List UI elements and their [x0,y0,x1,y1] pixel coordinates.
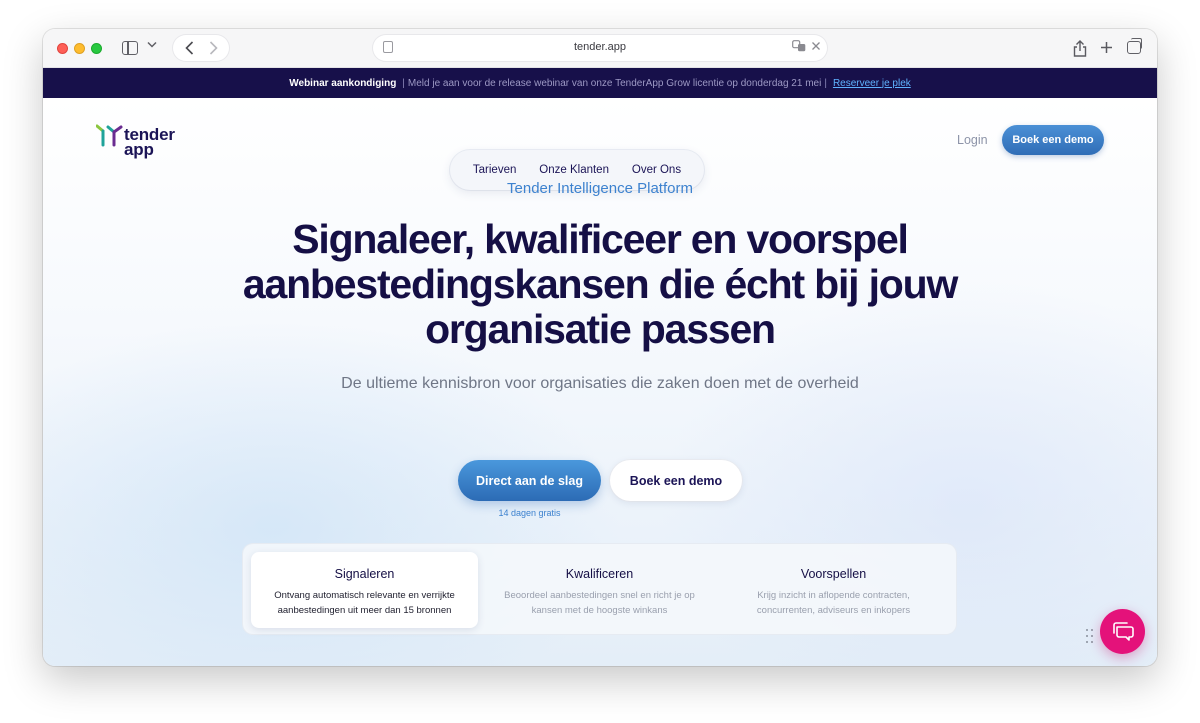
chat-icon [1112,621,1134,641]
chevron-down-icon[interactable] [147,41,157,48]
get-started-button[interactable]: Direct aan de slag [458,460,601,501]
book-demo-button[interactable]: Boek een demo [610,460,742,501]
page-content: tender app Tarieven Onze Klanten Over On… [43,98,1157,666]
browser-window: tender.app Webinar aankondiging | Meld j… [43,29,1157,666]
minimize-window-button[interactable] [74,43,85,54]
book-demo-header-button[interactable]: Boek een demo [1002,125,1104,155]
back-icon[interactable] [179,36,199,60]
feature-description: Beoordeel aanbestedingen snel en richt j… [504,590,695,616]
sidebar-icon[interactable] [122,41,138,55]
announcement-bar: Webinar aankondiging | Meld je aan voor … [43,68,1157,98]
feature-title: Voorspellen [800,567,867,581]
feature-tab-signaleren[interactable]: Signaleren Ontvang automatisch relevante… [251,552,478,628]
feature-tabs: Signaleren Ontvang automatisch relevante… [243,544,956,634]
forward-icon[interactable] [203,36,223,60]
hero-eyebrow: Tender Intelligence Platform [507,180,693,197]
zoom-window-button[interactable] [91,43,102,54]
share-icon[interactable] [1072,39,1088,57]
hero-headline: Signaleer, kwalificeer en voorspel aanbe… [242,216,958,352]
close-icon[interactable] [811,39,821,54]
browser-toolbar: tender.app [43,29,1157,68]
tabs-overview-icon[interactable] [1127,38,1142,54]
drag-handle-icon[interactable] [1086,629,1096,645]
nav-over-ons[interactable]: Over Ons [632,164,681,176]
feature-tab-kwalificeren[interactable]: Kwalificeren Beoordeel aanbestedingen sn… [486,552,713,628]
announcement-label: Webinar aankondiging [289,77,397,89]
feature-title: Signaleren [334,567,395,581]
announcement-message: Meld je aan voor de release webinar van … [407,77,822,89]
url-text: tender.app [574,41,626,53]
nav-onze-klanten[interactable]: Onze Klanten [539,164,609,176]
hero-subline: De ultieme kennisbron voor organisaties … [341,375,859,392]
reserve-spot-link[interactable]: Reserveer je plek [833,78,911,89]
chat-button[interactable] [1100,609,1145,654]
feature-title: Kwalificeren [565,567,634,581]
address-bar[interactable]: tender.app [373,35,827,61]
new-tab-icon[interactable] [1098,37,1114,57]
announcement-separator: | [402,77,405,89]
close-window-button[interactable] [57,43,68,54]
feature-tab-voorspellen[interactable]: Voorspellen Krijg inzicht in aflopende c… [720,552,947,628]
feature-description: Ontvang automatisch relevante en verrijk… [274,590,455,616]
nav-tarieven[interactable]: Tarieven [473,164,516,176]
announcement-separator-2: | [824,77,827,89]
tenderapp-logo[interactable]: tender app [96,120,186,162]
trial-note: 14 dagen gratis [498,508,561,518]
login-link[interactable]: Login [957,133,988,147]
logo-wordmark: tender app [124,125,175,159]
translate-icon[interactable] [792,40,806,55]
logo-mark-icon [96,124,123,147]
feature-description: Krijg inzicht in aflopende contracten, c… [756,590,911,616]
